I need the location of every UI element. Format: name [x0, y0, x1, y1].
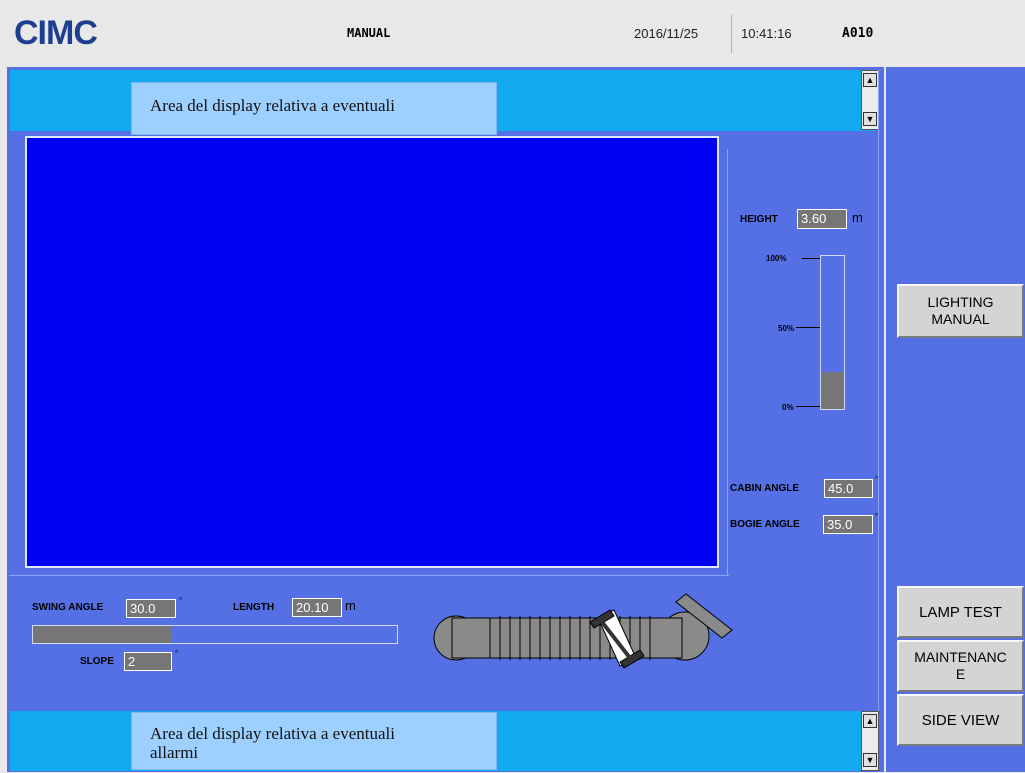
tick [796, 327, 820, 328]
height-scale-50: 50% [778, 324, 795, 333]
lighting-manual-button[interactable]: LIGHTING MANUAL [897, 284, 1024, 338]
scroll-down-icon[interactable]: ▼ [863, 112, 877, 126]
scroll-up-icon[interactable]: ▲ [863, 714, 877, 728]
display-screen [25, 136, 719, 568]
height-gauge-fill [821, 372, 844, 409]
divider [9, 575, 729, 576]
top-alarm-scrollbar[interactable]: ▲ ▼ [861, 70, 879, 130]
length-gauge [32, 625, 398, 644]
lighting-label-line1: LIGHTING [927, 294, 994, 310]
maintenance-label-line1: MAINTENANC [914, 649, 1007, 665]
swing-angle-value: 30.0 [126, 599, 176, 618]
top-alarm-message: Area del display relativa a eventuali [131, 82, 497, 135]
swing-angle-unit: ° [179, 596, 183, 605]
header-divider [731, 15, 732, 53]
bottom-alarm-line1: Area del display relativa a eventuali [150, 724, 395, 743]
time-display: 10:41:16 [741, 26, 792, 41]
lighting-label-line2: MANUAL [931, 311, 990, 327]
bogie-angle-unit: ° [875, 512, 879, 521]
scroll-down-icon[interactable]: ▼ [863, 753, 877, 767]
cabin-angle-value: 45.0 [824, 479, 873, 498]
length-unit: m [345, 598, 356, 613]
height-unit: m [852, 210, 863, 225]
date-display: 2016/11/25 [634, 26, 699, 41]
side-view-button[interactable]: SIDE VIEW [897, 694, 1024, 746]
slope-label: SLOPE [80, 656, 114, 667]
maintenance-label-line2: E [955, 666, 966, 682]
tick [802, 258, 820, 259]
mode-indicator: MANUAL [347, 26, 391, 40]
slope-unit: ° [175, 649, 179, 658]
bottom-alarm-scrollbar[interactable]: ▲ ▼ [861, 711, 879, 771]
swing-angle-label: SWING ANGLE [32, 602, 104, 613]
height-value: 3.60 [797, 209, 847, 229]
length-value: 20.10 [292, 598, 342, 617]
divider [727, 149, 728, 576]
bogie-angle-label: BOGIE ANGLE [730, 519, 800, 530]
length-label: LENGTH [233, 602, 275, 613]
tick [796, 406, 820, 407]
alarm-code: A010 [842, 26, 874, 41]
bottom-alarm-message: Area del display relativa a eventuali al… [131, 712, 497, 770]
divider [878, 70, 879, 772]
height-label: HEIGHT [740, 214, 778, 225]
slope-value: 2 [124, 652, 172, 671]
bridge-diagram [433, 593, 733, 669]
scroll-up-icon[interactable]: ▲ [863, 73, 877, 87]
cimc-logo: CIMC [14, 14, 98, 52]
height-gauge [820, 255, 845, 410]
cabin-angle-unit: ° [875, 475, 879, 484]
cabin-angle-label: CABIN ANGLE [730, 483, 800, 494]
height-scale-0: 0% [782, 403, 794, 412]
bogie-angle-value: 35.0 [823, 515, 873, 534]
bottom-alarm-line2: allarmi [150, 743, 199, 762]
lamp-test-button[interactable]: LAMP TEST [897, 586, 1024, 638]
length-gauge-fill [33, 626, 172, 643]
height-scale-100: 100% [766, 254, 787, 263]
maintenance-button[interactable]: MAINTENANC E [897, 640, 1024, 692]
